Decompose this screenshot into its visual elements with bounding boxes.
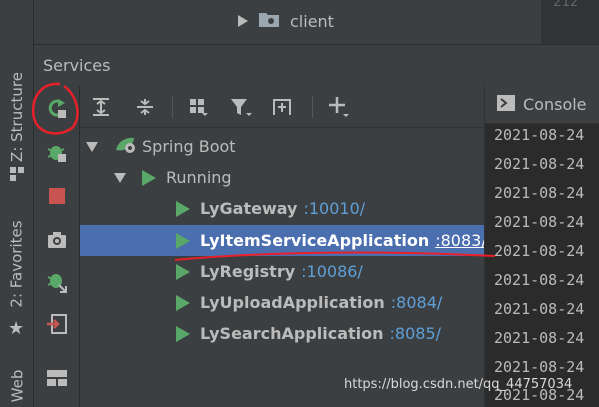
filter-icon	[231, 99, 252, 116]
editor-gutter: 212	[541, 0, 599, 44]
app-name: LySearchApplication	[200, 324, 384, 343]
tree-item-app[interactable]: LySearchApplication :8085/	[80, 318, 484, 349]
web-tab-label: Web	[7, 369, 26, 403]
web-tool-tab[interactable]: Web	[0, 365, 34, 407]
add-icon	[329, 97, 349, 117]
app-name: LyUploadApplication	[200, 293, 385, 312]
layout-icon	[47, 370, 67, 386]
collapse-all-button[interactable]	[132, 94, 158, 120]
left-tool-strip: Z: Structure 2: Favorites ★ Web	[0, 0, 34, 407]
tree-node-running[interactable]: Running	[80, 162, 484, 193]
rerun-icon	[48, 99, 66, 118]
log-line: 2021-08-24	[494, 213, 585, 231]
run-icon	[176, 200, 190, 217]
tree-item-app[interactable]: LyUploadApplication :8084/	[80, 287, 484, 318]
attach-debugger-button[interactable]	[43, 268, 71, 296]
toolbar-separator	[312, 96, 313, 118]
camera-icon	[48, 232, 66, 248]
app-name: LyItemServiceApplication	[200, 231, 430, 250]
log-line: 2021-08-24	[494, 184, 585, 202]
debug-button[interactable]	[43, 138, 71, 166]
structure-tab-label: Z: Structure	[8, 72, 27, 162]
stop-icon	[49, 188, 65, 204]
filter-button[interactable]	[228, 94, 254, 120]
layout-button[interactable]	[43, 364, 71, 392]
run-icon	[176, 232, 190, 249]
expand-all-icon	[93, 98, 109, 116]
star-icon: ★	[8, 318, 25, 339]
app-name: LyGateway	[200, 199, 298, 218]
project-tree-area: client	[34, 0, 599, 44]
log-line: 2021-08-24	[494, 300, 585, 318]
debug-bug-icon	[47, 146, 66, 162]
rerun-button[interactable]	[43, 94, 71, 122]
app-port-link[interactable]: :8084/	[391, 293, 443, 312]
app-port-link[interactable]: :8085/	[390, 324, 442, 343]
services-panel-header: Services	[34, 44, 599, 86]
expand-arrow-icon[interactable]	[238, 15, 248, 27]
log-line: 2021-08-24	[494, 358, 585, 376]
spring-boot-label: Spring Boot	[142, 137, 236, 156]
running-icon	[142, 169, 156, 186]
toolbar-separator	[172, 96, 173, 118]
collapse-arrow-icon[interactable]	[86, 141, 98, 152]
run-icon	[176, 325, 190, 342]
expand-all-button[interactable]	[88, 94, 114, 120]
folder-icon	[258, 10, 280, 32]
collapse-all-icon	[137, 99, 153, 115]
group-by-button[interactable]	[186, 94, 212, 120]
app-port-link[interactable]: :10086/	[301, 262, 363, 281]
app-name: LyRegistry	[200, 262, 296, 281]
snapshot-button[interactable]	[43, 226, 71, 254]
favorites-tab-label: 2: Favorites	[8, 220, 26, 308]
log-line: 2021-08-24	[494, 329, 585, 347]
folder-row-client[interactable]: client	[238, 10, 334, 32]
sign-in-button[interactable]	[43, 310, 71, 338]
line-number: 212	[553, 0, 579, 10]
log-line: 2021-08-24	[494, 126, 585, 144]
run-icon	[176, 263, 190, 280]
app-port-link[interactable]: :10010/	[303, 199, 365, 218]
app-port-link[interactable]: :8083/	[435, 231, 487, 250]
add-service-button[interactable]	[326, 94, 352, 120]
tree-item-app-selected[interactable]: LyItemServiceApplication :8083/	[80, 225, 487, 256]
structure-icon	[10, 166, 24, 185]
log-line: 2021-08-24	[494, 155, 585, 173]
collapse-arrow-icon[interactable]	[114, 172, 126, 183]
services-title: Services	[43, 56, 111, 75]
tree-item-app[interactable]: LyRegistry :10086/	[80, 256, 484, 287]
group-by-icon	[190, 99, 208, 116]
tree-node-spring-boot[interactable]: Spring Boot	[80, 131, 484, 162]
console-tab[interactable]: Console	[485, 86, 599, 124]
log-line: 2021-08-24	[494, 242, 585, 260]
services-tree-toolbar	[80, 86, 484, 128]
run-icon	[176, 294, 190, 311]
new-tab-icon	[273, 99, 291, 115]
stop-button[interactable]	[43, 182, 71, 210]
services-actions-column	[34, 86, 80, 407]
watermark-text: https://blog.csdn.net/qq_44757034	[344, 377, 573, 392]
spring-boot-icon	[114, 136, 136, 158]
new-tab-button[interactable]	[270, 94, 296, 120]
log-line: 2021-08-24	[494, 271, 585, 289]
sign-in-icon	[47, 314, 67, 334]
services-tree: Spring Boot Running LyGateway :10010/ Ly…	[80, 128, 487, 407]
console-panel: Console 2021-08-24 2021-08-24 2021-08-24…	[484, 86, 599, 407]
running-label: Running	[166, 168, 232, 187]
tree-item-app[interactable]: LyGateway :10010/	[80, 193, 484, 224]
console-icon	[497, 94, 515, 115]
debug-attach-icon	[47, 274, 67, 293]
favorites-tool-tab[interactable]: 2: Favorites	[0, 210, 34, 320]
console-tab-label: Console	[523, 95, 587, 114]
folder-label: client	[290, 11, 334, 31]
